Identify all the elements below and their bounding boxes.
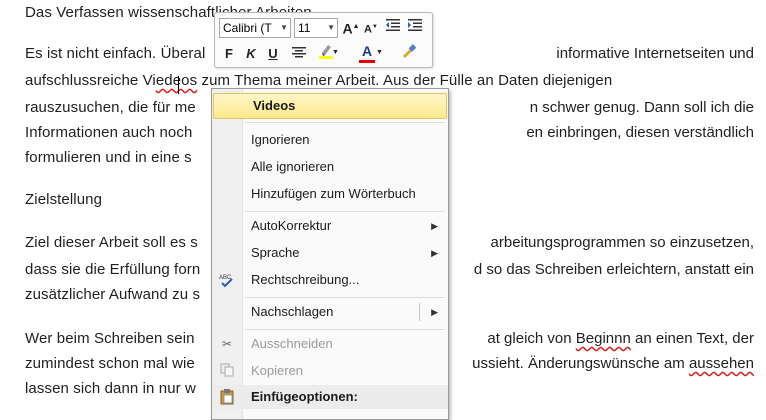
bold-button[interactable]: F: [219, 43, 239, 65]
doc-text-line: Informationen auch noch: [25, 124, 192, 141]
menu-item-label: Einfügeoptionen:: [251, 389, 358, 404]
doc-text-line: aufschlussreiche Viedeos zum Thema meine…: [25, 72, 612, 89]
submenu-arrow-icon: ▶: [431, 248, 438, 258]
decrease-indent-button[interactable]: [383, 17, 403, 37]
menu-separator: [245, 211, 445, 212]
doc-text-line: Es ist nicht einfach. Überal: [25, 45, 205, 62]
menu-item-label: Hinzufügen zum Wörterbuch: [251, 186, 416, 201]
increase-indent-icon: [408, 19, 422, 31]
center-align-button[interactable]: [289, 44, 309, 64]
doc-text-line: Wer beim Schreiben sein: [25, 330, 195, 347]
menu-separator: [245, 297, 445, 298]
doc-text: aufschlussreiche Vi: [25, 72, 156, 89]
menu-item-label: AutoKorrektur: [251, 218, 332, 233]
chevron-down-icon: ▼: [280, 23, 288, 32]
ignore-all-menu-item[interactable]: Alle ignorieren: [212, 155, 448, 179]
doc-text-line: n schwer genug. Dann soll ich die: [529, 99, 754, 116]
font-name-value: Calibri (T: [223, 21, 272, 35]
increase-indent-button[interactable]: [405, 17, 425, 37]
submenu-arrow-icon[interactable]: ▶: [431, 300, 438, 324]
add-to-dictionary-menu-item[interactable]: Hinzufügen zum Wörterbuch: [212, 182, 448, 206]
submenu-arrow-icon: ▶: [431, 221, 438, 231]
shrink-font-icon: A: [364, 23, 372, 36]
scissors-icon: ✂: [221, 337, 233, 351]
grow-font-button[interactable]: A▲: [341, 17, 361, 37]
doc-text: zum Thema meiner Arbeit. Aus der Fülle a…: [201, 72, 613, 89]
menu-item-label: Ausschneiden: [251, 336, 333, 351]
copy-icon: [219, 363, 235, 379]
menu-item-label: Sprache: [251, 245, 300, 260]
doc-text-line: dass sie die Erfüllung forn: [25, 261, 201, 278]
doc-text-line: d so das Schreiben erleichtern, anstatt …: [473, 261, 754, 278]
doc-text: ussieht. Änderungswünsche am: [472, 355, 685, 372]
spelling-context-menu: Videos Ignorieren Alle ignorieren Hinzuf…: [211, 88, 449, 420]
menu-item-label: Rechtschreibung...: [251, 272, 360, 287]
ignore-menu-item[interactable]: Ignorieren: [212, 128, 448, 152]
decrease-indent-icon: [386, 19, 400, 31]
clipboard-icon: [219, 389, 235, 405]
misspelled-word[interactable]: edeos: [156, 72, 197, 89]
doc-text-line: zumindest schon mal wie: [25, 355, 195, 372]
split-divider: [419, 303, 420, 321]
font-color-icon: A: [361, 43, 373, 59]
language-menu-item[interactable]: Sprache ▶: [212, 241, 448, 265]
spelling-check-icon: ABC: [219, 272, 235, 288]
misspelled-word[interactable]: Beginnn: [576, 330, 631, 347]
doc-text-line: en einbringen, diesen verständlich: [526, 124, 754, 141]
menu-item-label: Kopieren: [251, 363, 304, 378]
format-painter-button[interactable]: [399, 43, 419, 63]
center-align-icon: [292, 47, 306, 58]
font-color-bar: [359, 60, 375, 63]
font-size-combobox[interactable]: 11 ▼: [294, 18, 338, 38]
doc-text: Informationen auch noch: [25, 124, 193, 141]
grow-font-icon: A: [342, 20, 353, 37]
doc-text: an einen Text, der: [635, 330, 754, 347]
copy-menu-item[interactable]: Kopieren: [212, 359, 448, 383]
menu-item-label: Videos: [253, 98, 296, 113]
doc-text: rauszusuchen, die für me: [25, 99, 196, 116]
chevron-down-icon: ▼: [332, 49, 339, 56]
doc-text-line: zusätzlicher Aufwand zu s: [25, 286, 201, 303]
lookup-menu-item[interactable]: Nachschlagen ▶: [212, 300, 448, 324]
menu-separator: [245, 122, 445, 123]
doc-text-line: Ziel dieser Arbeit soll es s: [25, 234, 198, 251]
doc-text: at gleich von: [487, 330, 572, 347]
doc-text-line: rauszusuchen, die für me: [25, 99, 196, 116]
doc-text-line: formulieren und in eine s: [25, 149, 192, 166]
doc-heading: Zielstellung: [25, 191, 103, 208]
doc-text-line: arbeitungsprogrammen so einzusetzen,: [490, 234, 754, 251]
paste-options-header: Einfügeoptionen:: [212, 385, 448, 409]
doc-text-line: lassen sich dann in nur w: [25, 380, 196, 397]
underline-button[interactable]: U: [263, 43, 283, 65]
autocorrect-menu-item[interactable]: AutoKorrektur ▶: [212, 214, 448, 238]
font-name-combobox[interactable]: Calibri (T ▼: [219, 18, 291, 38]
doc-text-line: informative Internetseiten und: [556, 45, 754, 62]
italic-button[interactable]: K: [241, 43, 261, 65]
spelling-menu-item[interactable]: ABC Rechtschreibung...: [212, 268, 448, 292]
suggestion-menu-item[interactable]: Videos: [213, 93, 447, 119]
menu-item-label: Alle ignorieren: [251, 159, 335, 174]
text-caret: [178, 76, 179, 94]
font-color-button[interactable]: A ▼: [357, 43, 383, 63]
doc-text-line: at gleich von Beginnn an einen Text, der: [487, 330, 754, 347]
doc-text-line: ussieht. Änderungswünsche am aussehen: [472, 355, 754, 372]
chevron-down-icon: ▼: [376, 49, 383, 56]
highlight-color-button[interactable]: ▼: [313, 43, 339, 63]
misspelled-word[interactable]: aussehen: [689, 355, 754, 372]
mini-toolbar: Calibri (T ▼ 11 ▼ A▲ A▼ F K U ▼ A ▼: [214, 12, 433, 68]
format-painter-icon: [403, 44, 417, 58]
menu-item-label: Ignorieren: [251, 132, 310, 147]
font-size-value: 11: [298, 21, 311, 35]
menu-item-label: Nachschlagen: [251, 304, 334, 319]
shrink-font-button[interactable]: A▼: [361, 17, 381, 37]
doc-text: Es ist nicht einfach. Überal: [25, 45, 206, 62]
cut-menu-item[interactable]: ✂ Ausschneiden: [212, 332, 448, 356]
chevron-down-icon: ▼: [327, 23, 335, 32]
menu-separator: [245, 329, 445, 330]
